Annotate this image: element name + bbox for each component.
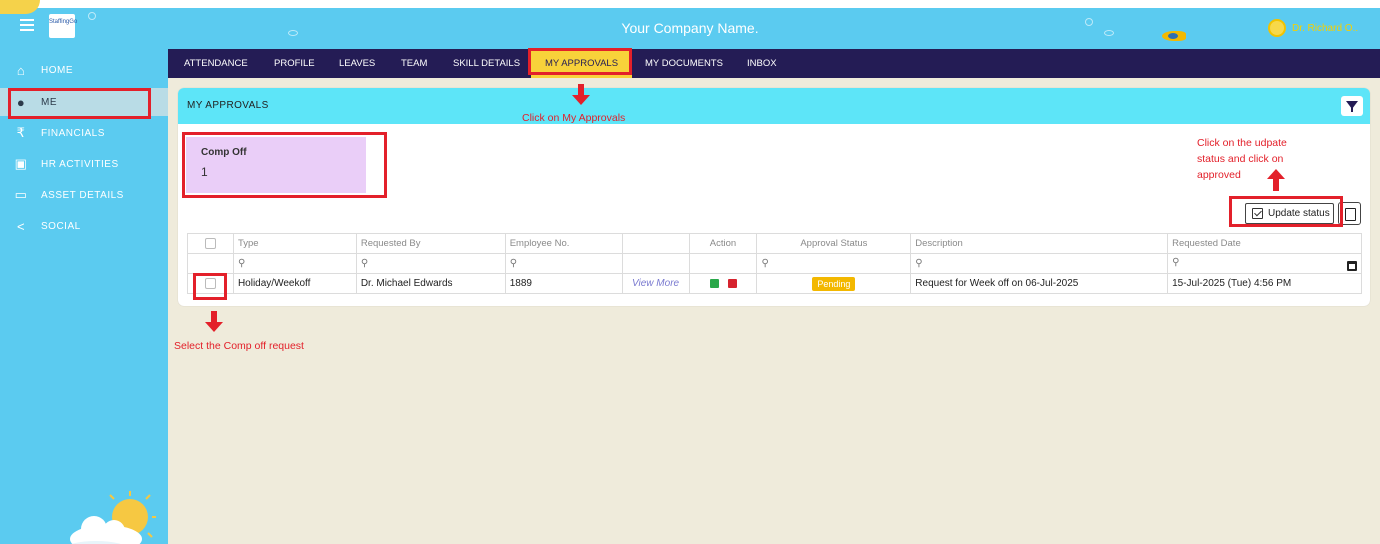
filter-cell: [621, 253, 690, 274]
search-icon: ⚲: [761, 258, 769, 269]
annotation-arrow-down: [572, 84, 590, 106]
column-header[interactable]: Description: [910, 233, 1169, 254]
calendar-icon[interactable]: [1347, 260, 1357, 271]
tab-my-documents[interactable]: MY DOCUMENTS: [645, 49, 723, 78]
requested-by-filter-input[interactable]: ⚲: [355, 253, 506, 274]
rupee-icon: ₹: [16, 125, 26, 140]
sun-cloud-illustration: [70, 491, 156, 544]
table-row[interactable]: Holiday/Weekoff Dr. Michael Edwards 1889…: [187, 273, 1362, 294]
hamburger-menu-icon[interactable]: [20, 19, 34, 31]
tab-skill-details[interactable]: SKILL DETAILS: [453, 49, 520, 78]
select-all-cell: [187, 233, 234, 254]
sidebar-item-home[interactable]: ⌂ HOME: [0, 56, 168, 84]
column-header: Action: [688, 233, 758, 254]
tab-leaves[interactable]: LEAVES: [339, 49, 375, 78]
filter-cell: [688, 253, 758, 274]
column-header[interactable]: Requested Date: [1167, 233, 1362, 254]
sidebar-item-asset-details[interactable]: ▭ ASSET DETAILS: [0, 181, 168, 209]
reject-icon[interactable]: [727, 278, 737, 288]
top-menu-bar: ATTENDANCE PROFILE LEAVES TEAM SKILL DET…: [168, 49, 1380, 78]
tab-profile[interactable]: PROFILE: [274, 49, 315, 78]
search-icon: ⚲: [509, 258, 518, 269]
tab-inbox[interactable]: INBOX: [747, 49, 777, 78]
employee-no-filter-input[interactable]: ⚲: [504, 253, 623, 274]
column-header[interactable]: Requested By: [355, 233, 506, 254]
annotation-click-approvals: Click on My Approvals: [522, 112, 626, 124]
sidebar-item-social[interactable]: < SOCIAL: [0, 212, 168, 240]
select-all-checkbox[interactable]: [204, 237, 216, 249]
annotation-highlight-my-approvals: [528, 48, 632, 75]
bubble-decoration: [1104, 30, 1114, 36]
panel-title: MY APPROVALS: [187, 100, 269, 111]
search-icon: ⚲: [360, 258, 369, 269]
search-icon: ⚲: [915, 258, 923, 269]
home-icon: ⌂: [16, 62, 26, 78]
annotation-update-status: Click on the udpate status and click on …: [1197, 137, 1287, 181]
sidebar-item-hr-activities[interactable]: ▣ HR ACTIVITIES: [0, 150, 168, 178]
annotation-highlight-me: [8, 88, 151, 119]
user-avatar-icon: [1268, 19, 1286, 37]
filter-icon[interactable]: [1341, 96, 1363, 116]
fish-decoration: [1162, 31, 1186, 41]
requested-date-cell: 15-Jul-2025 (Tue) 4:56 PM: [1167, 273, 1362, 294]
table-filter-row: ⚲ ⚲ ⚲ ⚲ ⚲ ⚲: [187, 253, 1362, 274]
action-cell: [688, 273, 758, 294]
employee-no-cell: 1889: [504, 273, 623, 294]
view-more-cell: View More: [621, 273, 690, 294]
bubble-decoration: [1085, 18, 1093, 26]
approval-status-filter-input[interactable]: ⚲: [756, 253, 912, 274]
view-more-link[interactable]: View More: [632, 278, 679, 289]
type-filter-input[interactable]: ⚲: [232, 253, 357, 274]
tab-team[interactable]: TEAM: [401, 49, 427, 78]
search-icon: ⚲: [237, 258, 246, 269]
bubble-decoration: [88, 12, 96, 20]
id-card-icon: ▣: [14, 156, 28, 171]
filter-cell: [187, 253, 234, 274]
sidebar: ⌂ HOME ● ME ₹ FINANCIALS ▣ HR ACTIVITIES…: [0, 49, 168, 544]
logo-text: StaffingGo: [49, 19, 78, 25]
monitor-icon: ▭: [14, 187, 28, 202]
description-cell: Request for Week off on 06-Jul-2025: [910, 273, 1169, 294]
annotation-arrow-down: [205, 311, 223, 333]
approvals-table: Type Requested By Employee No. Action Ap…: [187, 233, 1362, 294]
sidebar-item-label: SOCIAL: [41, 220, 81, 232]
annotation-arrow-up: [1267, 169, 1285, 191]
company-logo: StaffingGo: [49, 14, 78, 38]
column-header[interactable]: Type: [232, 233, 357, 254]
type-cell: Holiday/Weekoff: [232, 273, 357, 294]
column-header[interactable]: Approval Status: [756, 233, 912, 254]
approval-status-cell: Pending: [756, 273, 912, 294]
description-filter-input[interactable]: ⚲: [910, 253, 1169, 274]
annotation-highlight-update-status: [1229, 196, 1343, 227]
table-header-row: Type Requested By Employee No. Action Ap…: [187, 233, 1362, 254]
requested-date-filter-input[interactable]: ⚲: [1167, 253, 1362, 274]
column-header: [621, 233, 690, 254]
user-menu[interactable]: Dr. Richard O..: [1268, 19, 1358, 37]
sun-decoration: [0, 0, 40, 14]
search-icon: ⚲: [1172, 256, 1180, 268]
app-header: StaffingGo Your Company Name. Dr. Richar…: [0, 0, 1380, 49]
sidebar-item-label: HR ACTIVITIES: [41, 158, 119, 170]
approve-icon[interactable]: [709, 278, 719, 288]
annotation-highlight-row-checkbox: [193, 273, 227, 300]
sidebar-item-financials[interactable]: ₹ FINANCIALS: [0, 119, 168, 147]
top-strip: [0, 0, 1380, 8]
annotation-highlight-comp-off: [182, 132, 387, 198]
status-badge: Pending: [812, 276, 856, 291]
sidebar-item-label: HOME: [41, 64, 73, 76]
sidebar-item-label: FINANCIALS: [41, 127, 105, 139]
company-name: Your Company Name.: [621, 20, 759, 36]
column-header[interactable]: Employee No.: [504, 233, 623, 254]
user-name: Dr. Richard O..: [1292, 22, 1359, 34]
panel-header: MY APPROVALS: [178, 88, 1370, 124]
bubble-decoration: [288, 30, 298, 36]
requested-by-cell: Dr. Michael Edwards: [355, 273, 506, 294]
sidebar-item-label: ASSET DETAILS: [41, 189, 124, 201]
share-icon: <: [16, 218, 26, 234]
annotation-select-request: Select the Comp off request: [174, 340, 304, 352]
tab-attendance[interactable]: ATTENDANCE: [184, 49, 248, 78]
